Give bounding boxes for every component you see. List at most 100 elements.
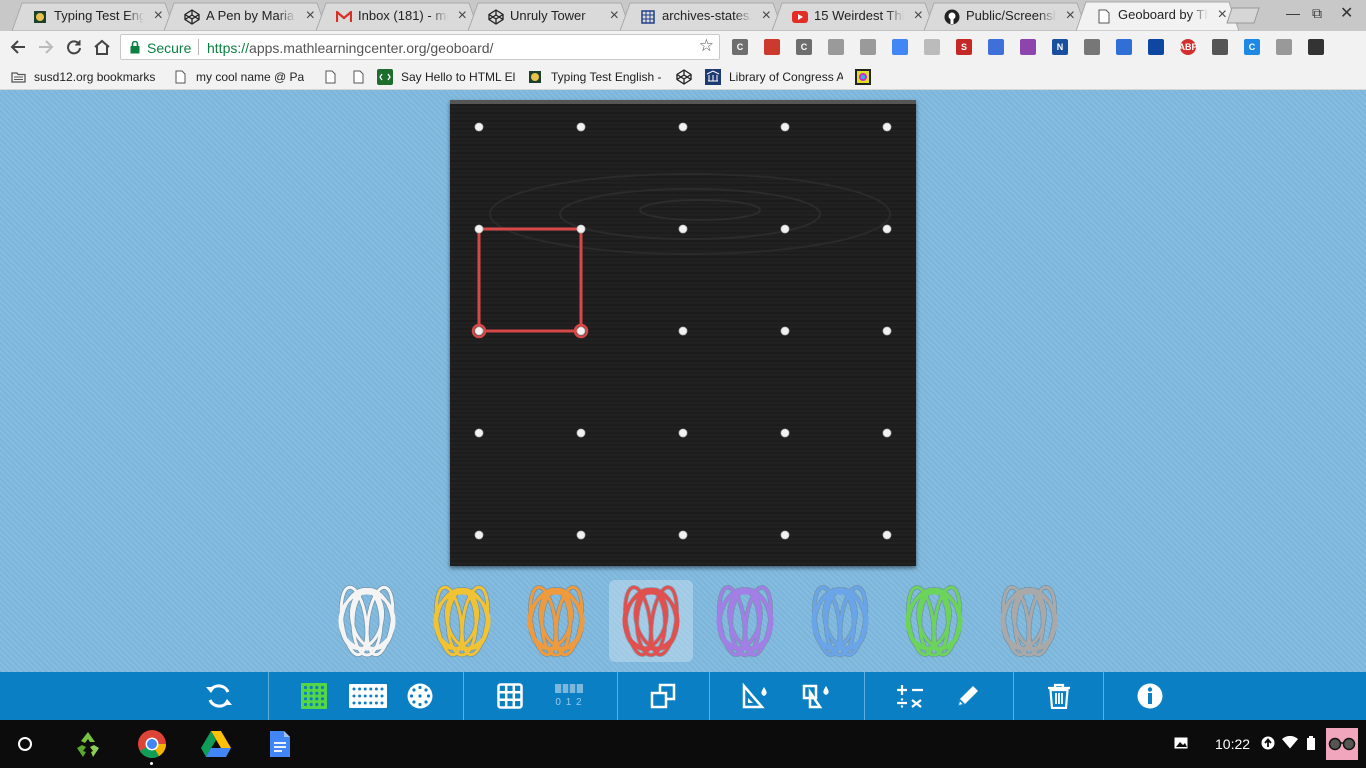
- circle-geoboard-button[interactable]: [404, 681, 436, 711]
- info-button[interactable]: [1134, 681, 1166, 711]
- extension-new-icon[interactable]: N: [1052, 39, 1068, 55]
- bookmark-folder-susd12[interactable]: susd12.org bookmarks: [10, 68, 155, 86]
- image-icon[interactable]: [1174, 736, 1188, 753]
- peg[interactable]: [780, 428, 790, 438]
- extension-c-icon[interactable]: C: [1244, 39, 1260, 55]
- bookmark-star-icon[interactable]: ☆: [699, 36, 714, 56]
- grid-wide-button[interactable]: [348, 681, 388, 711]
- peg[interactable]: [780, 122, 790, 132]
- minimize-icon[interactable]: —: [1286, 5, 1300, 21]
- close-icon[interactable]: ×: [306, 7, 315, 25]
- extension-puzzle-a-icon[interactable]: [988, 39, 1004, 55]
- extension-s-icon[interactable]: S: [956, 39, 972, 55]
- grid-5x5-button[interactable]: [298, 681, 330, 711]
- drive-app-icon[interactable]: [200, 728, 232, 760]
- extension-recycle-icon[interactable]: [1084, 39, 1100, 55]
- bookmark-page-2[interactable]: [350, 68, 374, 86]
- grid-lines-button[interactable]: [494, 681, 526, 711]
- peg[interactable]: [474, 530, 484, 540]
- band-color-yellow[interactable]: [420, 580, 504, 662]
- number-line-button[interactable]: 0 1 2: [549, 681, 589, 711]
- extension-dropbox-icon[interactable]: [1148, 39, 1164, 55]
- duplicate-button[interactable]: [647, 681, 679, 711]
- extension-pencil-icon[interactable]: [1116, 39, 1132, 55]
- fill-all-button[interactable]: [801, 681, 833, 711]
- url-text[interactable]: https://apps.mathlearningcenter.org/geob…: [207, 40, 493, 56]
- peg[interactable]: [576, 122, 586, 132]
- close-icon[interactable]: ×: [762, 7, 771, 25]
- peg-grid[interactable]: [450, 104, 916, 566]
- tab-a-pen[interactable]: A Pen by Maria ×: [164, 2, 327, 31]
- extension-box-icon[interactable]: [1276, 39, 1292, 55]
- delete-button[interactable]: [1043, 681, 1075, 711]
- bookmark-my-cool-name[interactable]: my cool name @ Pa: [172, 68, 312, 86]
- peg[interactable]: [474, 428, 484, 438]
- bookmark-colorful[interactable]: [855, 68, 879, 86]
- band-color-blue[interactable]: [798, 580, 882, 662]
- bookmark-typing-test[interactable]: Typing Test English -: [527, 68, 665, 86]
- new-tab-button[interactable]: [1226, 7, 1260, 24]
- extension-camera-icon[interactable]: [924, 39, 940, 55]
- peg[interactable]: [882, 122, 892, 132]
- address-bar[interactable]: Secure https://apps.mathlearningcenter.o…: [120, 34, 720, 60]
- peg[interactable]: [576, 326, 586, 336]
- rubber-band-square[interactable]: [477, 227, 583, 333]
- extension-puzzle-b-icon[interactable]: [1020, 39, 1036, 55]
- peg[interactable]: [678, 224, 688, 234]
- band-color-green[interactable]: [892, 580, 976, 662]
- close-icon[interactable]: ×: [610, 7, 619, 25]
- peg[interactable]: [576, 428, 586, 438]
- band-color-purple[interactable]: [703, 580, 787, 662]
- peg[interactable]: [882, 530, 892, 540]
- extension-list-icon[interactable]: [1212, 39, 1228, 55]
- peg[interactable]: [474, 224, 484, 234]
- reset-button[interactable]: [203, 681, 235, 711]
- peg[interactable]: [678, 326, 688, 336]
- bookmark-say-hello-html[interactable]: Say Hello to HTML El: [377, 68, 515, 86]
- extension-film-icon[interactable]: [1308, 39, 1324, 55]
- extension-c-icon[interactable]: C: [732, 39, 748, 55]
- tab-inbox[interactable]: Inbox (181) - mc ×: [316, 2, 479, 31]
- extension-mic-icon[interactable]: [892, 39, 908, 55]
- peg[interactable]: [882, 326, 892, 336]
- wifi-icon[interactable]: [1282, 735, 1298, 752]
- forward-button[interactable]: [34, 35, 58, 59]
- back-button[interactable]: [6, 35, 30, 59]
- peg[interactable]: [780, 326, 790, 336]
- launcher-button[interactable]: [9, 728, 41, 760]
- close-icon[interactable]: ×: [1066, 7, 1075, 25]
- chrome-app-icon[interactable]: [136, 728, 168, 760]
- bookmark-codepen[interactable]: [676, 68, 700, 86]
- tab-weirdest-things[interactable]: 15 Weirdest Thin ×: [772, 2, 935, 31]
- tab-archives-states[interactable]: archives-states.j ×: [620, 2, 783, 31]
- extension-pen-icon[interactable]: [828, 39, 844, 55]
- upload-icon[interactable]: [1261, 736, 1275, 753]
- home-button[interactable]: [90, 35, 114, 59]
- peg[interactable]: [576, 530, 586, 540]
- peg[interactable]: [780, 224, 790, 234]
- reload-button[interactable]: [62, 35, 86, 59]
- measure-button[interactable]: [895, 681, 927, 711]
- draw-button[interactable]: [952, 681, 984, 711]
- peg[interactable]: [576, 224, 586, 234]
- tab-typing-test[interactable]: Typing Test English ×: [12, 2, 175, 31]
- band-color-gray[interactable]: [987, 580, 1071, 662]
- tab-geoboard[interactable]: Geoboard by The ×: [1076, 1, 1239, 31]
- clock[interactable]: 10:22: [1215, 736, 1250, 752]
- extension-abp-icon[interactable]: ABP: [1179, 39, 1198, 55]
- recycle-app-icon[interactable]: [72, 728, 104, 760]
- geoboard[interactable]: [450, 100, 916, 566]
- peg[interactable]: [678, 428, 688, 438]
- peg[interactable]: [882, 224, 892, 234]
- close-icon[interactable]: ×: [914, 7, 923, 25]
- band-color-white[interactable]: [325, 580, 409, 662]
- tab-public-screenshots[interactable]: Public/Screensh ×: [924, 2, 1087, 31]
- close-icon[interactable]: ×: [154, 7, 163, 25]
- docs-app-icon[interactable]: [264, 728, 296, 760]
- band-color-orange[interactable]: [514, 580, 598, 662]
- peg[interactable]: [882, 428, 892, 438]
- peg[interactable]: [780, 530, 790, 540]
- maximize-icon[interactable]: ⧉: [1312, 5, 1322, 22]
- bookmark-page[interactable]: [322, 68, 346, 86]
- extension-c-icon[interactable]: C: [796, 39, 812, 55]
